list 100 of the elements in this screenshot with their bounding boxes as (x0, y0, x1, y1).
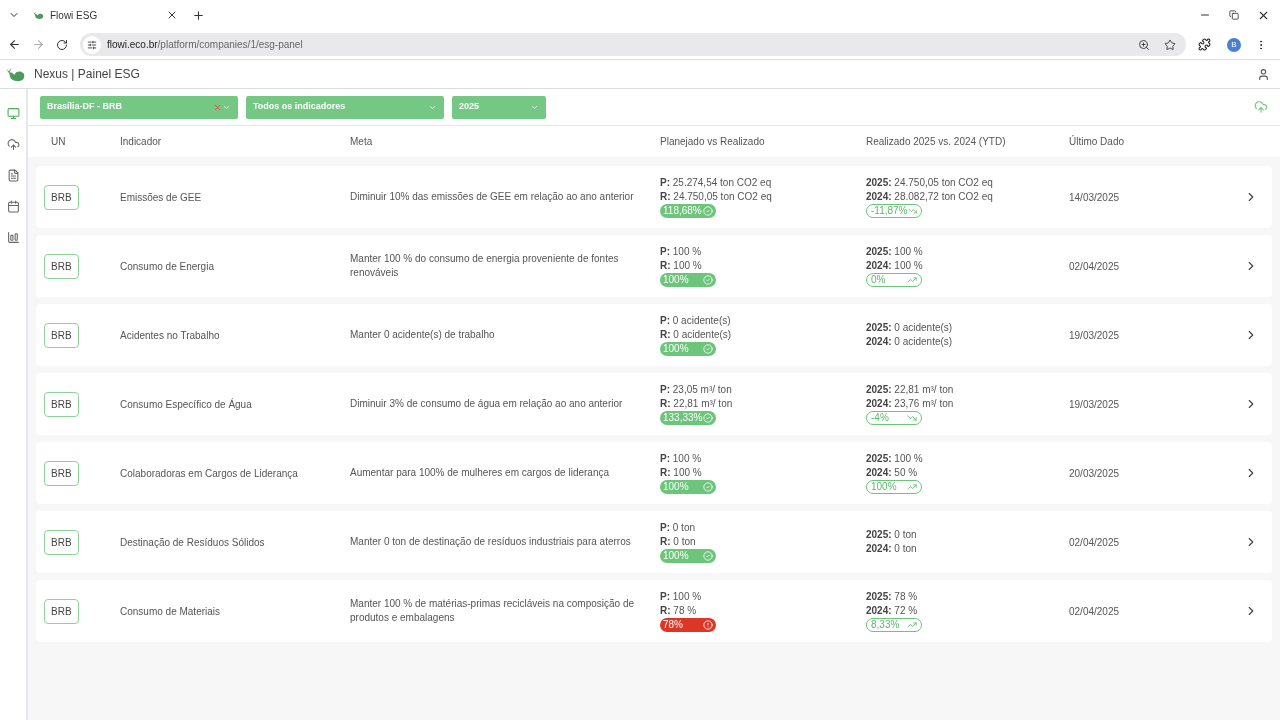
cloud-upload-icon[interactable] (6, 138, 20, 151)
goal-text: Manter 0 acidente(s) de trabalho (350, 328, 496, 342)
goal-text: Manter 100 % do consumo de energia proveniente de fontes renováveis (350, 252, 620, 280)
unit-tag: BRB (44, 598, 79, 624)
planned-value: P: 100 % (660, 590, 702, 604)
realized-value: R: 100 % (660, 259, 702, 273)
bookmark-star-icon[interactable] (1164, 38, 1176, 51)
unit-tag: BRB (44, 460, 79, 486)
realized-value: R: 22,81 m³/ ton (660, 397, 733, 411)
indicator-name: Colaboradoras em Cargos de Liderança (120, 466, 298, 481)
realized-value: R: 78 % (660, 604, 697, 618)
document-icon[interactable] (6, 169, 20, 182)
monitor-icon[interactable] (6, 107, 20, 120)
planned-value: P: 0 acidente(s) (660, 314, 731, 328)
goal-text: Manter 100 % de matérias-primas recicláveis na composição de produtos e embalagens (350, 597, 635, 625)
unit-tag: BRB (44, 391, 79, 417)
unit-tag: BRB (44, 253, 79, 279)
user-icon[interactable] (1257, 67, 1270, 81)
extensions-icon[interactable] (1198, 38, 1211, 51)
last-date: 02/04/2025 (1069, 259, 1120, 274)
current-year-value: 2025: 0 acidente(s) (866, 321, 953, 335)
current-year-value: 2025: 0 ton (866, 528, 917, 542)
column-header: Último Dado (1069, 134, 1126, 149)
indicator-row[interactable]: BRB Consumo de Energia Manter 100 % do consumo de energia proveniente de fontes renováveis P: 100 % R: 100 % 100% 2025: 100 % 2024: 100 % 0% 02/04/2025 (36, 235, 1272, 297)
planned-value: P: 23,05 m³/ ton (660, 383, 732, 397)
planned-value: P: 100 % (660, 245, 702, 259)
last-date: 20/03/2025 (1069, 466, 1120, 481)
indicator-name: Emissões de GEE (120, 190, 202, 205)
address-bar[interactable]: flowi.eco.br/platform/companies/1/esg-panel (80, 33, 1186, 56)
indicator-name: Consumo Específico de Água (120, 397, 252, 412)
check-circle-icon (703, 206, 713, 216)
current-year-value: 2025: 78 % (866, 590, 918, 604)
current-year-value: 2025: 24.750,05 ton CO2 eq (866, 176, 993, 190)
column-header: Meta (350, 135, 374, 149)
unit-tag: BRB (44, 529, 79, 555)
goal-text: Manter 0 ton de destinação de resíduos industriais para aterros (350, 535, 632, 549)
previous-year-value: 2024: 0 ton (866, 542, 917, 556)
tab-title: Flowi ESG (50, 8, 99, 23)
indicator-row[interactable]: BRB Colaboradoras em Cargos de Liderança Aumentar para 100% de mulheres em cargos de liderança P: 100 % R: 100 % 100% 2025: 100 % 2024: 50 % 100% 20/03/2025 (36, 442, 1272, 504)
indicator-row[interactable]: BRB Acidentes no Trabalho Manter 0 acidente(s) de trabalho P: 0 acidente(s) R: 0 acidente(s) 100% 2025: 0 acidente(s) 2024: 0 acidente(s) 19/03/2025 (36, 304, 1272, 366)
zoom-icon[interactable] (1138, 38, 1150, 51)
check-circle-icon (703, 551, 713, 561)
indicator-name: Destinação de Resíduos Sólidos (120, 535, 265, 550)
previous-year-value: 2024: 28.082,72 ton CO2 eq (866, 190, 993, 204)
realized-value: R: 0 ton (660, 535, 696, 549)
url-text: flowi.eco.br/platform/companies/1/esg-panel (107, 38, 303, 52)
last-date: 02/04/2025 (1069, 535, 1120, 550)
indicator-row[interactable]: BRB Consumo de Materiais Manter 100 % de matérias-primas recicláveis na composição de produtos e embalagens P: 100 % R: 78 % 78% 2025: 78 % 2024: 72 % 8,33% 02/04/2025 (36, 580, 1272, 642)
goal-text: Aumentar para 100% de mulheres em cargos de liderança (350, 466, 611, 480)
calendar-icon[interactable] (6, 200, 20, 213)
realized-value: R: 0 acidente(s) (660, 328, 732, 342)
check-circle-icon (703, 275, 713, 285)
planned-value: P: 0 ton (660, 521, 696, 535)
whale-logo-icon (32, 10, 44, 20)
check-circle-icon (703, 482, 713, 492)
app-title: Nexus | Painel ESG (34, 66, 140, 83)
check-circle-icon (703, 413, 713, 423)
status-badge: 100% (660, 549, 716, 563)
previous-year-value: 2024: 100 % (866, 259, 923, 273)
column-header: Planejado vs Realizado (660, 135, 766, 149)
previous-year-value: 2024: 50 % (866, 466, 918, 480)
indicator-row[interactable]: BRB Consumo Específico de Água Diminuir 3% de consumo de água em relação ao ano anterior P: 23,05 m³/ ton R: 22,81 m³/ ton 133,33% 2025: 22,81 m³/ ton 2024: 23,76 m³/ ton -4% 19/03/2025 (36, 373, 1272, 435)
realized-value: R: 100 % (660, 466, 702, 480)
current-year-value: 2025: 100 % (866, 245, 923, 259)
status-badge: 100% (660, 273, 716, 287)
previous-year-value: 2024: 72 % (866, 604, 918, 618)
status-badge: 118,68% (660, 204, 716, 218)
planned-value: P: 25.274,54 ton CO2 eq (660, 176, 772, 190)
status-badge: 78% (660, 618, 716, 632)
status-badge: 100% (660, 342, 716, 356)
unit-tag: BRB (44, 184, 79, 210)
new-tab-icon[interactable] (192, 8, 205, 22)
unit-tag: BRB (44, 322, 79, 348)
column-header: UN (50, 135, 67, 149)
indicator-name: Consumo de Energia (120, 259, 214, 274)
reload-icon[interactable] (56, 38, 68, 51)
goal-text: Diminuir 3% de consumo de água em relação ao ano anterior (350, 397, 624, 411)
close-icon[interactable] (166, 9, 178, 21)
check-circle-icon (703, 344, 713, 354)
indicator-row[interactable]: BRB Destinação de Resíduos Sólidos Manter 0 ton de destinação de resíduos industriais para aterros P: 0 ton R: 0 ton 100% 2025: 0 ton 2024: 0 ton 02/04/2025 (36, 511, 1272, 573)
status-badge: 100% (660, 480, 716, 494)
bar-chart-icon[interactable] (6, 231, 20, 244)
realized-value: R: 24.750,05 ton CO2 eq (660, 190, 772, 204)
indicator-name: Consumo de Materiais (120, 604, 221, 619)
alert-circle-icon (703, 620, 713, 630)
indicator-name: Acidentes no Trabalho (120, 328, 220, 343)
site-settings-icon[interactable] (87, 39, 97, 50)
previous-year-value: 2024: 0 acidente(s) (866, 335, 953, 349)
goal-text: Diminuir 10% das emissões de GEE em relação ao ano anterior (350, 190, 635, 204)
profile-avatar[interactable]: B (1227, 37, 1241, 52)
last-date: 14/03/2025 (1069, 190, 1120, 205)
back-icon[interactable] (8, 38, 21, 51)
current-year-value: 2025: 22,81 m³/ ton (866, 383, 954, 397)
column-header: Realizado 2025 vs. 2024 (YTD) (866, 135, 1007, 149)
restore-icon[interactable] (1229, 10, 1239, 20)
status-badge: 133,33% (660, 411, 716, 425)
last-date: 19/03/2025 (1069, 397, 1120, 412)
planned-value: P: 100 % (660, 452, 702, 466)
last-date: 19/03/2025 (1069, 328, 1120, 343)
browser-tab[interactable]: Flowi ESG (30, 2, 180, 28)
